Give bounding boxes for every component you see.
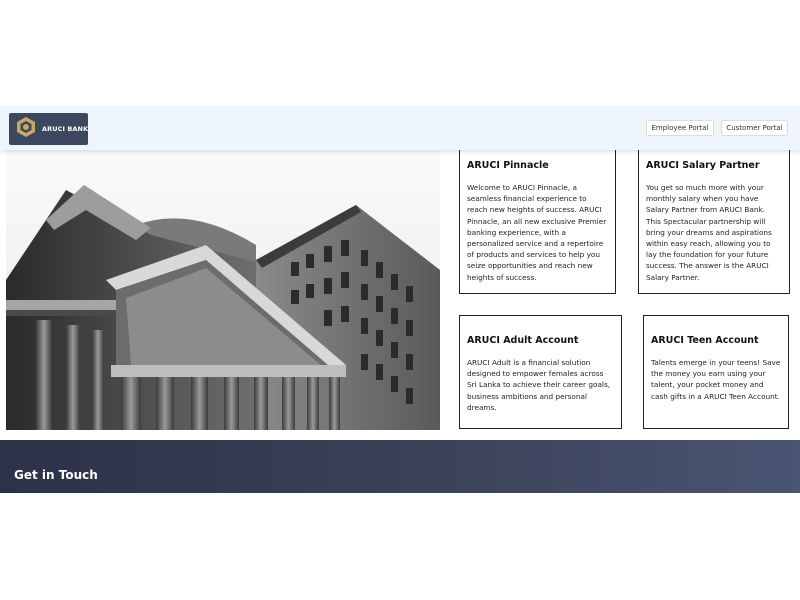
card-aruci-pinnacle: ARUCI Pinnacle Welcome to ARUCI Pinnacle… (459, 145, 616, 294)
card-body: Welcome to ARUCI Pinnacle, a seamless fi… (467, 183, 607, 282)
card-aruci-adult-account: ARUCI Adult Account ARUCI Adult is a fin… (459, 315, 622, 429)
bank-building-photo (6, 150, 440, 430)
get-in-touch-heading: Get in Touch (14, 468, 98, 482)
building-illustration (6, 150, 440, 430)
customer-portal-button[interactable]: Customer Portal (721, 120, 788, 136)
card-aruci-salary-partner: ARUCI Salary Partner You get so much mor… (638, 145, 790, 294)
top-navbar: ARUCI BANK Employee Portal Customer Port… (0, 106, 800, 150)
card-body: ARUCI Adult is a financial solution desi… (467, 358, 611, 412)
card-aruci-teen-account: ARUCI Teen Account Talents emerge in you… (643, 315, 789, 429)
brand-name: ARUCI BANK (42, 125, 89, 133)
card-title: ARUCI Salary Partner (646, 160, 760, 171)
card-title: ARUCI Adult Account (467, 335, 579, 346)
card-body: Talents emerge in your teens! Save the m… (651, 358, 781, 401)
card-body: You get so much more with your monthly s… (646, 183, 772, 282)
card-title: ARUCI Teen Account (651, 335, 759, 346)
card-title: ARUCI Pinnacle (467, 160, 549, 171)
employee-portal-button[interactable]: Employee Portal (646, 120, 714, 136)
brand-logo[interactable]: ARUCI BANK (9, 113, 88, 145)
footer: Get in Touch (0, 440, 800, 493)
hexagon-logo-icon (15, 116, 37, 142)
